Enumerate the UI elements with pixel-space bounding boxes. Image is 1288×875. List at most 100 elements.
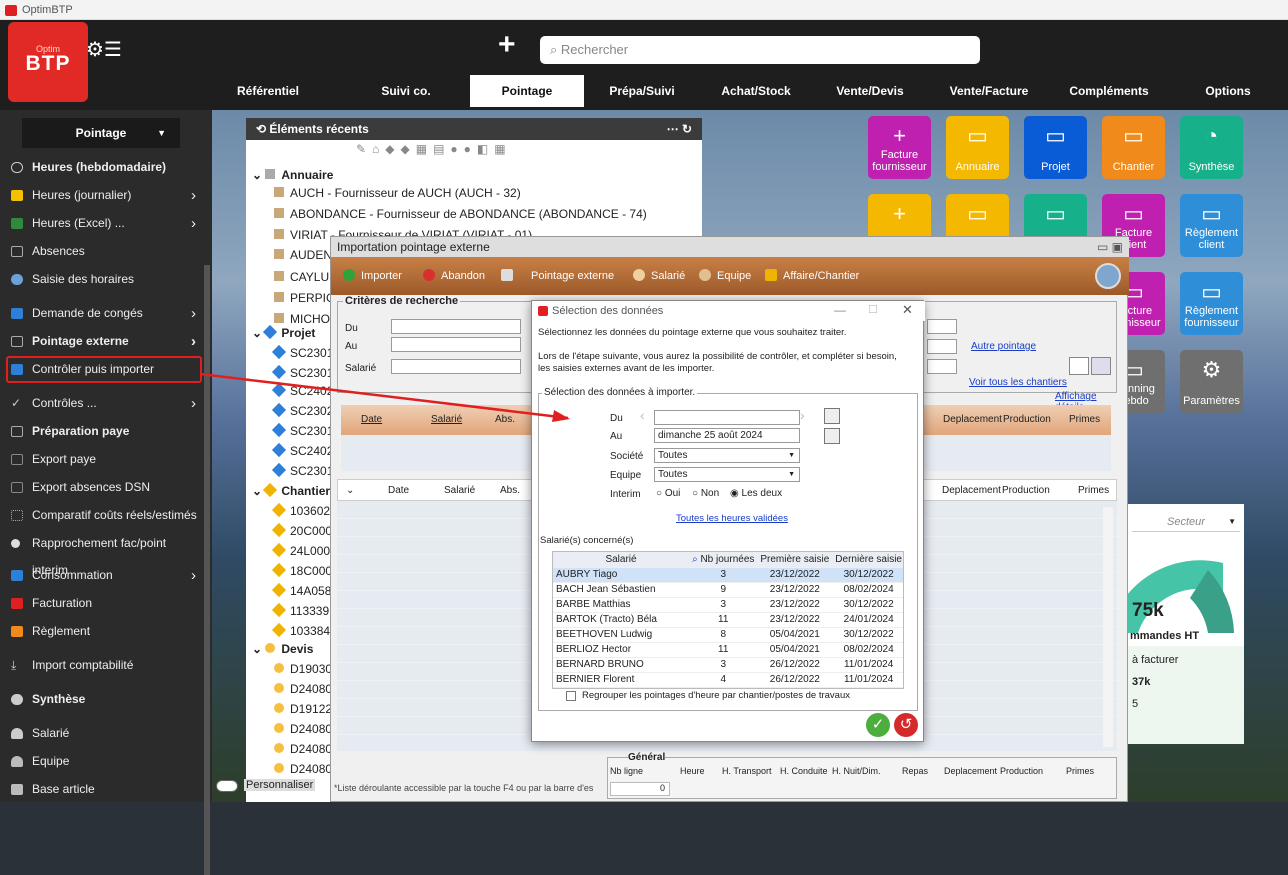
importer-button[interactable]: Importer — [343, 269, 402, 282]
select-right-3[interactable] — [927, 359, 957, 374]
dialog-au-input[interactable]: dimanche 25 août 2024 — [654, 428, 800, 443]
sidebar-item-pointage-externe[interactable]: Pointage externe › — [0, 328, 204, 355]
tree-item[interactable]: D24080 — [274, 682, 332, 696]
dialog-du-input[interactable] — [654, 410, 800, 425]
sidebar-item-import-compta[interactable]: ⤓ Import comptabilité — [0, 652, 204, 679]
table-row[interactable]: BERNIER Florent 4 26/12/2022 11/01/2024 — [553, 672, 903, 688]
nav-options[interactable]: Options — [1178, 75, 1278, 107]
salarie-button[interactable]: Salarié — [633, 269, 685, 282]
tree-item[interactable]: PERPIG — [274, 291, 335, 305]
tree-item[interactable]: MICHO — [274, 312, 330, 326]
sidebar-item-synthese[interactable]: Synthèse — [0, 686, 204, 713]
table-row[interactable]: BERNARD BRUNO 3 26/12/2022 11/01/2024 — [553, 657, 903, 673]
tile-chantier[interactable]: ▭ Chantier — [1102, 116, 1165, 179]
au-date-input[interactable] — [391, 337, 521, 352]
sidebar-item-reglement[interactable]: Règlement — [0, 618, 204, 645]
tile-parametres[interactable]: ⚙ Paramètres — [1180, 350, 1243, 413]
nav-suivi[interactable]: Suivi co. — [356, 75, 456, 107]
radio-les-deux[interactable]: ◉ Les deux — [730, 488, 782, 499]
select-right-2[interactable] — [927, 339, 957, 354]
tree-item[interactable]: D19030 — [274, 662, 332, 676]
tree-item[interactable]: D24080 — [274, 742, 332, 756]
minimize-icon[interactable]: — — [834, 303, 846, 317]
tree-item[interactable]: 14A058 — [271, 582, 331, 598]
menu-icon[interactable]: ⚙☰ — [86, 37, 122, 62]
sidebar-item-consommation[interactable]: Consommation › — [0, 562, 204, 589]
voir-chantiers-link[interactable]: Voir tous les chantiers — [969, 377, 1067, 388]
tree-item[interactable]: 20C000 — [271, 522, 332, 538]
select-right-1[interactable] — [927, 319, 957, 334]
sidebar-item-horaires[interactable]: Saisie des horaires — [0, 266, 204, 293]
table-row[interactable]: BEETHOVEN Ludwig 8 05/04/2021 30/12/2022 — [553, 627, 903, 643]
nav-complements[interactable]: Compléments — [1054, 75, 1164, 107]
sidebar-item-comparatif[interactable]: Comparatif coûts réels/estimés — [0, 502, 204, 529]
nav-referentiel[interactable]: Référentiel — [212, 75, 324, 107]
tree-item[interactable]: SC2402 — [271, 442, 333, 458]
nav-prepa[interactable]: Prépa/Suivi — [592, 75, 692, 107]
tile-reglement-client[interactable]: ▭ Règlement client — [1180, 194, 1243, 257]
personnaliser-toggle[interactable] — [216, 780, 238, 792]
tree-item[interactable]: D24080 — [274, 762, 332, 776]
refresh-icon[interactable] — [1091, 357, 1111, 375]
abandon-button[interactable]: Abandon — [423, 269, 485, 282]
nav-pointage[interactable]: Pointage — [470, 75, 584, 107]
tree-item[interactable]: 103602 — [271, 502, 330, 518]
calendar-icon[interactable] — [824, 408, 840, 424]
tile-synthese[interactable]: ◔ Synthèse — [1180, 116, 1243, 179]
sidebar-item-controles[interactable]: ✓ Contrôles ... › — [0, 390, 204, 417]
tile-projet[interactable]: ▭ Projet — [1024, 116, 1087, 179]
sidebar-item-export-dsn[interactable]: Export absences DSN — [0, 474, 204, 501]
table-row[interactable]: BERLIOZ Hector 11 05/04/2021 08/02/2024 — [553, 642, 903, 658]
tree-group-chantier[interactable]: ⌄ Chantier — [252, 482, 330, 498]
table-row[interactable]: BARTOK (Tracto) Béla 11 23/12/2022 24/01/20… — [553, 612, 903, 628]
plus-icon[interactable]: + — [498, 30, 516, 60]
grid2-scrollbar[interactable] — [1103, 507, 1113, 747]
search-icon[interactable] — [1069, 357, 1089, 375]
settings-button[interactable] — [1095, 263, 1121, 289]
tile-reglement-fournisseur[interactable]: ▭ Règlement fournisseur — [1180, 272, 1243, 335]
app-logo[interactable]: Optim BTP — [8, 22, 88, 102]
equipe-select[interactable]: Toutes ▼ — [654, 467, 800, 482]
radio-non[interactable]: ○ Non — [692, 488, 719, 499]
chevron-left-icon[interactable]: ‹ — [640, 407, 645, 423]
sidebar-item-heures-hebdo[interactable]: Heures (hebdomadaire) — [0, 154, 204, 181]
sidebar-item-heures-excel[interactable]: Heures (Excel) ... › — [0, 210, 204, 237]
sidebar-item-salarie[interactable]: Salarié — [0, 720, 204, 747]
validate-button[interactable]: ✓ — [866, 713, 890, 737]
tree-item[interactable]: 103384 — [271, 622, 330, 638]
tree-item[interactable]: D24080 — [274, 722, 332, 736]
nav-vente-devis[interactable]: Vente/Devis — [820, 75, 920, 107]
chevron-right-icon[interactable]: › — [800, 407, 805, 423]
societe-select[interactable]: Toutes ▼ — [654, 448, 800, 463]
close-icon[interactable]: ✕ — [902, 302, 913, 318]
tree-item[interactable]: AUDEN — [274, 248, 332, 262]
tree-item[interactable]: SC2301 — [271, 462, 333, 478]
sidebar-item-facturation[interactable]: Facturation — [0, 590, 204, 617]
tree-item[interactable]: ABONDANCE - Fournisseur de ABONDANCE (AB… — [274, 207, 647, 221]
sidebar-item-base-article[interactable]: Base article — [0, 776, 204, 803]
tree-group-projet[interactable]: ⌄ Projet — [252, 324, 315, 340]
table-row[interactable]: BARBE Matthias 3 23/12/2022 30/12/2022 — [553, 597, 903, 613]
equipe-button[interactable]: Equipe — [699, 269, 751, 282]
window-controls[interactable]: ▭ ▣ — [1097, 237, 1123, 257]
tree-item[interactable]: 24L000 — [271, 542, 330, 558]
tree-item[interactable]: SC2301 — [271, 422, 333, 438]
tree-item[interactable]: CAYLUS — [274, 270, 337, 284]
more-icon[interactable]: ⋯ ↻ — [667, 118, 692, 140]
sidebar-item-equipe[interactable]: Equipe — [0, 748, 204, 775]
affaire-chantier-button[interactable]: Affaire/Chantier — [765, 269, 859, 282]
cancel-button[interactable]: ↺ — [894, 713, 918, 737]
tree-item[interactable]: 18C000 — [271, 562, 332, 578]
recent-filter-icons[interactable]: ✎⌂◆◆▦▤●●◧▦ — [356, 142, 512, 156]
sidebar-scrollbar[interactable] — [204, 265, 210, 875]
tree-item[interactable]: AUCH - Fournisseur de AUCH (AUCH - 32) — [274, 186, 521, 200]
calendar-icon[interactable] — [824, 428, 840, 444]
toutes-heures-link[interactable]: Toutes les heures validées — [676, 513, 788, 524]
sidebar-item-export-paye[interactable]: Export paye — [0, 446, 204, 473]
autre-pointage-link[interactable]: Autre pointage — [971, 341, 1036, 352]
maximize-icon[interactable]: ☐ — [868, 303, 878, 316]
sidebar-item-heures-journalier[interactable]: Heures (journalier) › — [0, 182, 204, 209]
tree-item[interactable]: SC2301 — [271, 344, 333, 360]
sidebar-item-preparation-paye[interactable]: Préparation paye — [0, 418, 204, 445]
sidebar-item-conges[interactable]: Demande de congés › — [0, 300, 204, 327]
